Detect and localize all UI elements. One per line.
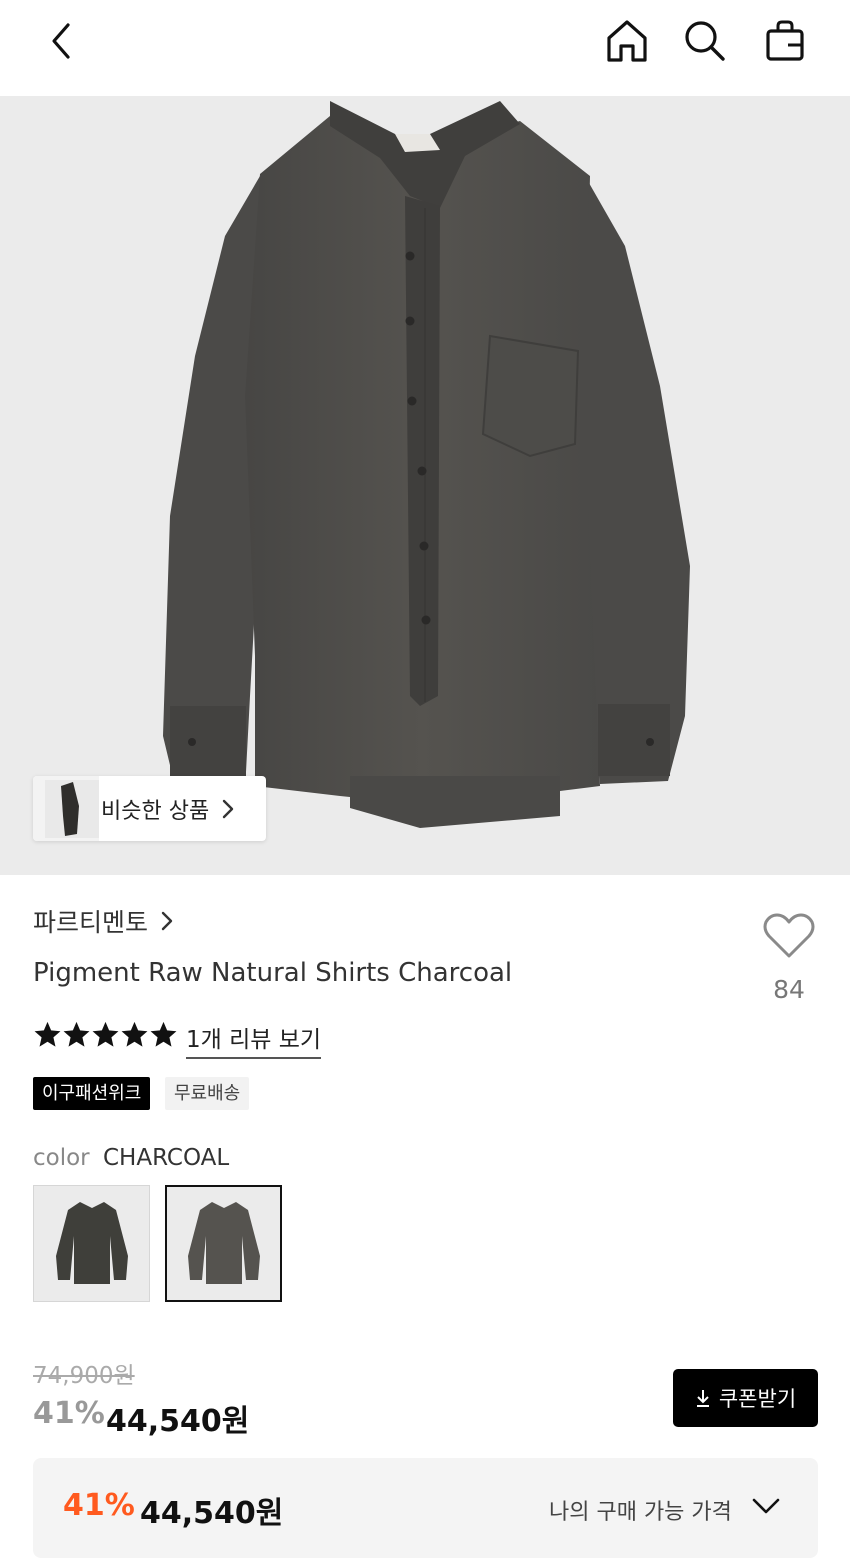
review-link[interactable]: 1개 리뷰 보기: [186, 1020, 322, 1059]
cart-button[interactable]: [758, 14, 812, 68]
chevron-down-icon: [752, 1498, 780, 1514]
brand-name: 파르티멘토: [33, 908, 149, 937]
chevron-left-icon: [52, 23, 70, 59]
color-label: color: [33, 1145, 90, 1171]
search-button[interactable]: [678, 14, 732, 68]
shirt-thumbnail: [187, 1201, 260, 1284]
back-button[interactable]: [34, 14, 88, 68]
event-badge: 이구패션위크: [33, 1077, 151, 1110]
search-icon: [685, 21, 725, 61]
my-price-value: 44,540원: [140, 1496, 284, 1531]
brand-link[interactable]: 파르티멘토: [33, 903, 174, 939]
discount-rate: 41%: [33, 1396, 105, 1431]
star-icon: [63, 1021, 90, 1047]
star-icon: [34, 1021, 61, 1047]
my-price-label: 나의 구매 가능 가격: [549, 1500, 732, 1525]
star-icon: [121, 1021, 148, 1047]
free-shipping-badge: 무료배송: [165, 1077, 250, 1110]
chevron-right-icon: [161, 911, 173, 931]
color-option-charcoal-selected[interactable]: [165, 1185, 282, 1302]
similar-products-label: 비슷한 상품: [101, 798, 210, 824]
like-button[interactable]: [760, 912, 818, 964]
shirt-photo: [163, 101, 690, 828]
star-icon: [150, 1021, 177, 1047]
my-discount-rate: 41%: [63, 1488, 135, 1523]
download-icon: [696, 1390, 709, 1407]
color-value: CHARCOAL: [103, 1145, 230, 1171]
coupon-button-label: 쿠폰받기: [718, 1387, 797, 1411]
star-icon: [92, 1021, 119, 1047]
color-option-dark[interactable]: [33, 1185, 150, 1302]
product-title: Pigment Raw Natural Shirts Charcoal: [33, 958, 513, 988]
like-count: 84: [773, 975, 805, 1004]
similar-product-thumbnail: [33, 776, 99, 841]
rating-stars: [33, 1020, 178, 1049]
original-price: 74,900원: [33, 1363, 135, 1389]
top-nav-bar: [0, 0, 850, 96]
chevron-right-icon: [223, 799, 234, 818]
coupon-download-button[interactable]: 쿠폰받기: [673, 1369, 818, 1427]
shirt-thumbnail: [55, 1201, 128, 1284]
similar-products-button[interactable]: 비슷한 상품: [33, 776, 266, 841]
home-button[interactable]: [600, 14, 654, 68]
shopping-bag-icon: [766, 20, 804, 61]
sale-price: 44,540원: [106, 1404, 250, 1439]
home-icon: [607, 20, 647, 62]
product-image[interactable]: 비슷한 상품: [0, 96, 850, 875]
my-price-dropdown[interactable]: 41% 44,540원 나의 구매 가능 가격: [33, 1458, 818, 1558]
heart-icon: [763, 913, 815, 958]
